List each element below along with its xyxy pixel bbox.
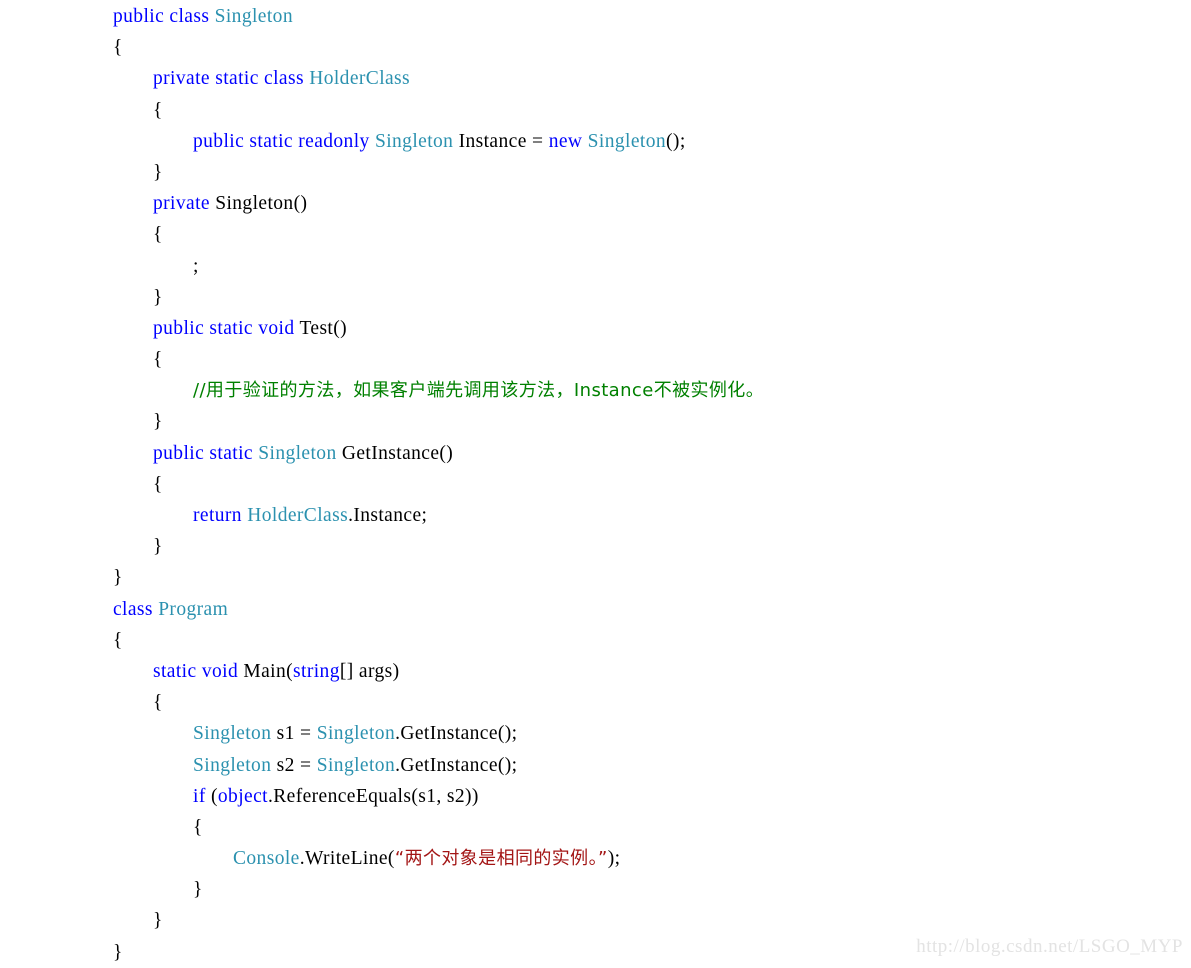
code-token-type: Singleton [316, 754, 396, 776]
code-token-brace: } [153, 286, 163, 308]
code-token-type: Singleton [374, 130, 454, 152]
code-line: public static Singleton GetInstance() [0, 438, 1191, 469]
code-token-plain: s2 = [271, 754, 317, 776]
code-token-type: Singleton [193, 723, 272, 745]
code-token-brace: } [113, 941, 123, 963]
code-line: } [0, 157, 1191, 188]
code-line: public static void Test() [0, 313, 1191, 344]
code-token-plain: .ReferenceEquals(s1, s2)) [267, 785, 479, 807]
code-token-plain: Main( [243, 660, 294, 682]
code-token-keyword: if [193, 785, 211, 807]
code-line: return HolderClass.Instance; [0, 500, 1191, 531]
code-listing[interactable]: public class Singleton { private static cl… [0, 0, 1191, 968]
code-token-keyword: static void [153, 660, 244, 682]
code-token-type: Singleton [214, 6, 293, 27]
code-line: ; [0, 251, 1191, 282]
code-line: { [0, 625, 1191, 656]
code-token-string: “两个对象是相同的实例。” [394, 848, 608, 870]
code-token-type: Singleton [587, 130, 667, 152]
code-line: class Program [0, 594, 1191, 625]
code-line: { [0, 32, 1191, 63]
code-token-plain: (); [666, 130, 686, 152]
code-line: Singleton s2 = Singleton.GetInstance(); [0, 750, 1191, 781]
code-token-type: Console [233, 848, 300, 870]
code-token-plain: [] args) [339, 660, 400, 682]
code-line: private static class HolderClass [0, 63, 1191, 94]
code-line: Singleton s1 = Singleton.GetInstance(); [0, 718, 1191, 749]
code-token-brace: } [113, 567, 123, 589]
code-token-brace: { [193, 816, 203, 838]
code-line: //用于验证的方法，如果客户端先调用该方法，Instance不被实例化。 [0, 375, 1191, 406]
code-token-keyword: new [548, 130, 588, 152]
code-token-keyword: public static void [153, 317, 300, 339]
code-line: static void Main(string[] args) [0, 656, 1191, 687]
code-token-type: Singleton [193, 754, 272, 776]
code-line: { [0, 687, 1191, 718]
code-token-keyword: public static [153, 442, 259, 464]
code-token-type: Singleton [316, 723, 396, 745]
code-token-plain: ; [193, 255, 199, 277]
code-token-brace: } [193, 879, 203, 901]
code-line: Console.WriteLine(“两个对象是相同的实例。”); [0, 843, 1191, 874]
code-token-brace: { [153, 99, 163, 121]
code-line: { [0, 812, 1191, 843]
code-token-plain: .WriteLine( [299, 848, 395, 870]
code-line: { [0, 469, 1191, 500]
code-token-plain: .GetInstance(); [395, 754, 518, 776]
code-token-brace: { [113, 629, 123, 651]
code-token-type: HolderClass [247, 505, 349, 526]
code-token-keyword: public class [113, 6, 215, 27]
code-token-plain: .GetInstance(); [395, 723, 518, 745]
code-line: { [0, 219, 1191, 250]
code-line: if (object.ReferenceEquals(s1, s2)) [0, 781, 1191, 812]
code-token-plain: GetInstance() [336, 442, 454, 464]
code-token-comment: //用于验证的方法，如果客户端先调用该方法，Instance不被实例化。 [193, 380, 765, 402]
code-token-keyword: object [217, 785, 268, 807]
code-token-keyword: public static readonly [193, 130, 375, 152]
code-line: { [0, 344, 1191, 375]
code-token-keyword: private static class [153, 68, 310, 90]
code-token-brace: { [113, 37, 123, 59]
code-token-keyword: class [113, 598, 159, 620]
code-token-plain: ( [211, 785, 218, 807]
code-token-brace: } [153, 161, 163, 183]
code-line: } [0, 874, 1191, 905]
code-line: } [0, 562, 1191, 593]
code-token-keyword: return [193, 505, 248, 526]
code-token-plain: s1 = [271, 723, 317, 745]
code-line: } [0, 406, 1191, 437]
code-line: { [0, 95, 1191, 126]
code-token-type: HolderClass [309, 68, 411, 90]
code-line: private Singleton() [0, 188, 1191, 219]
code-line: } [0, 905, 1191, 936]
code-line: public class Singleton [0, 1, 1191, 32]
code-token-brace: { [153, 473, 163, 495]
code-token-plain: .Instance; [348, 505, 428, 526]
code-token-type: Program [158, 598, 229, 620]
code-token-plain: Singleton() [215, 193, 308, 215]
watermark-url: http://blog.csdn.net/LSGO_MYP [916, 936, 1183, 957]
code-token-brace: { [153, 349, 163, 371]
code-token-keyword: string [293, 660, 340, 682]
code-token-keyword: private [153, 193, 216, 215]
code-token-brace: { [153, 224, 163, 246]
code-token-brace: } [153, 411, 163, 433]
code-token-brace: } [153, 536, 163, 558]
code-token-brace: { [153, 692, 163, 714]
code-line: } [0, 282, 1191, 313]
code-line: public static readonly Singleton Instanc… [0, 126, 1191, 157]
code-token-brace: } [153, 910, 163, 932]
code-token-plain: Instance = [453, 130, 549, 152]
code-line: } [0, 531, 1191, 562]
code-token-plain: ); [607, 848, 621, 870]
code-token-type: Singleton [258, 442, 337, 464]
code-token-plain: Test() [299, 317, 348, 339]
